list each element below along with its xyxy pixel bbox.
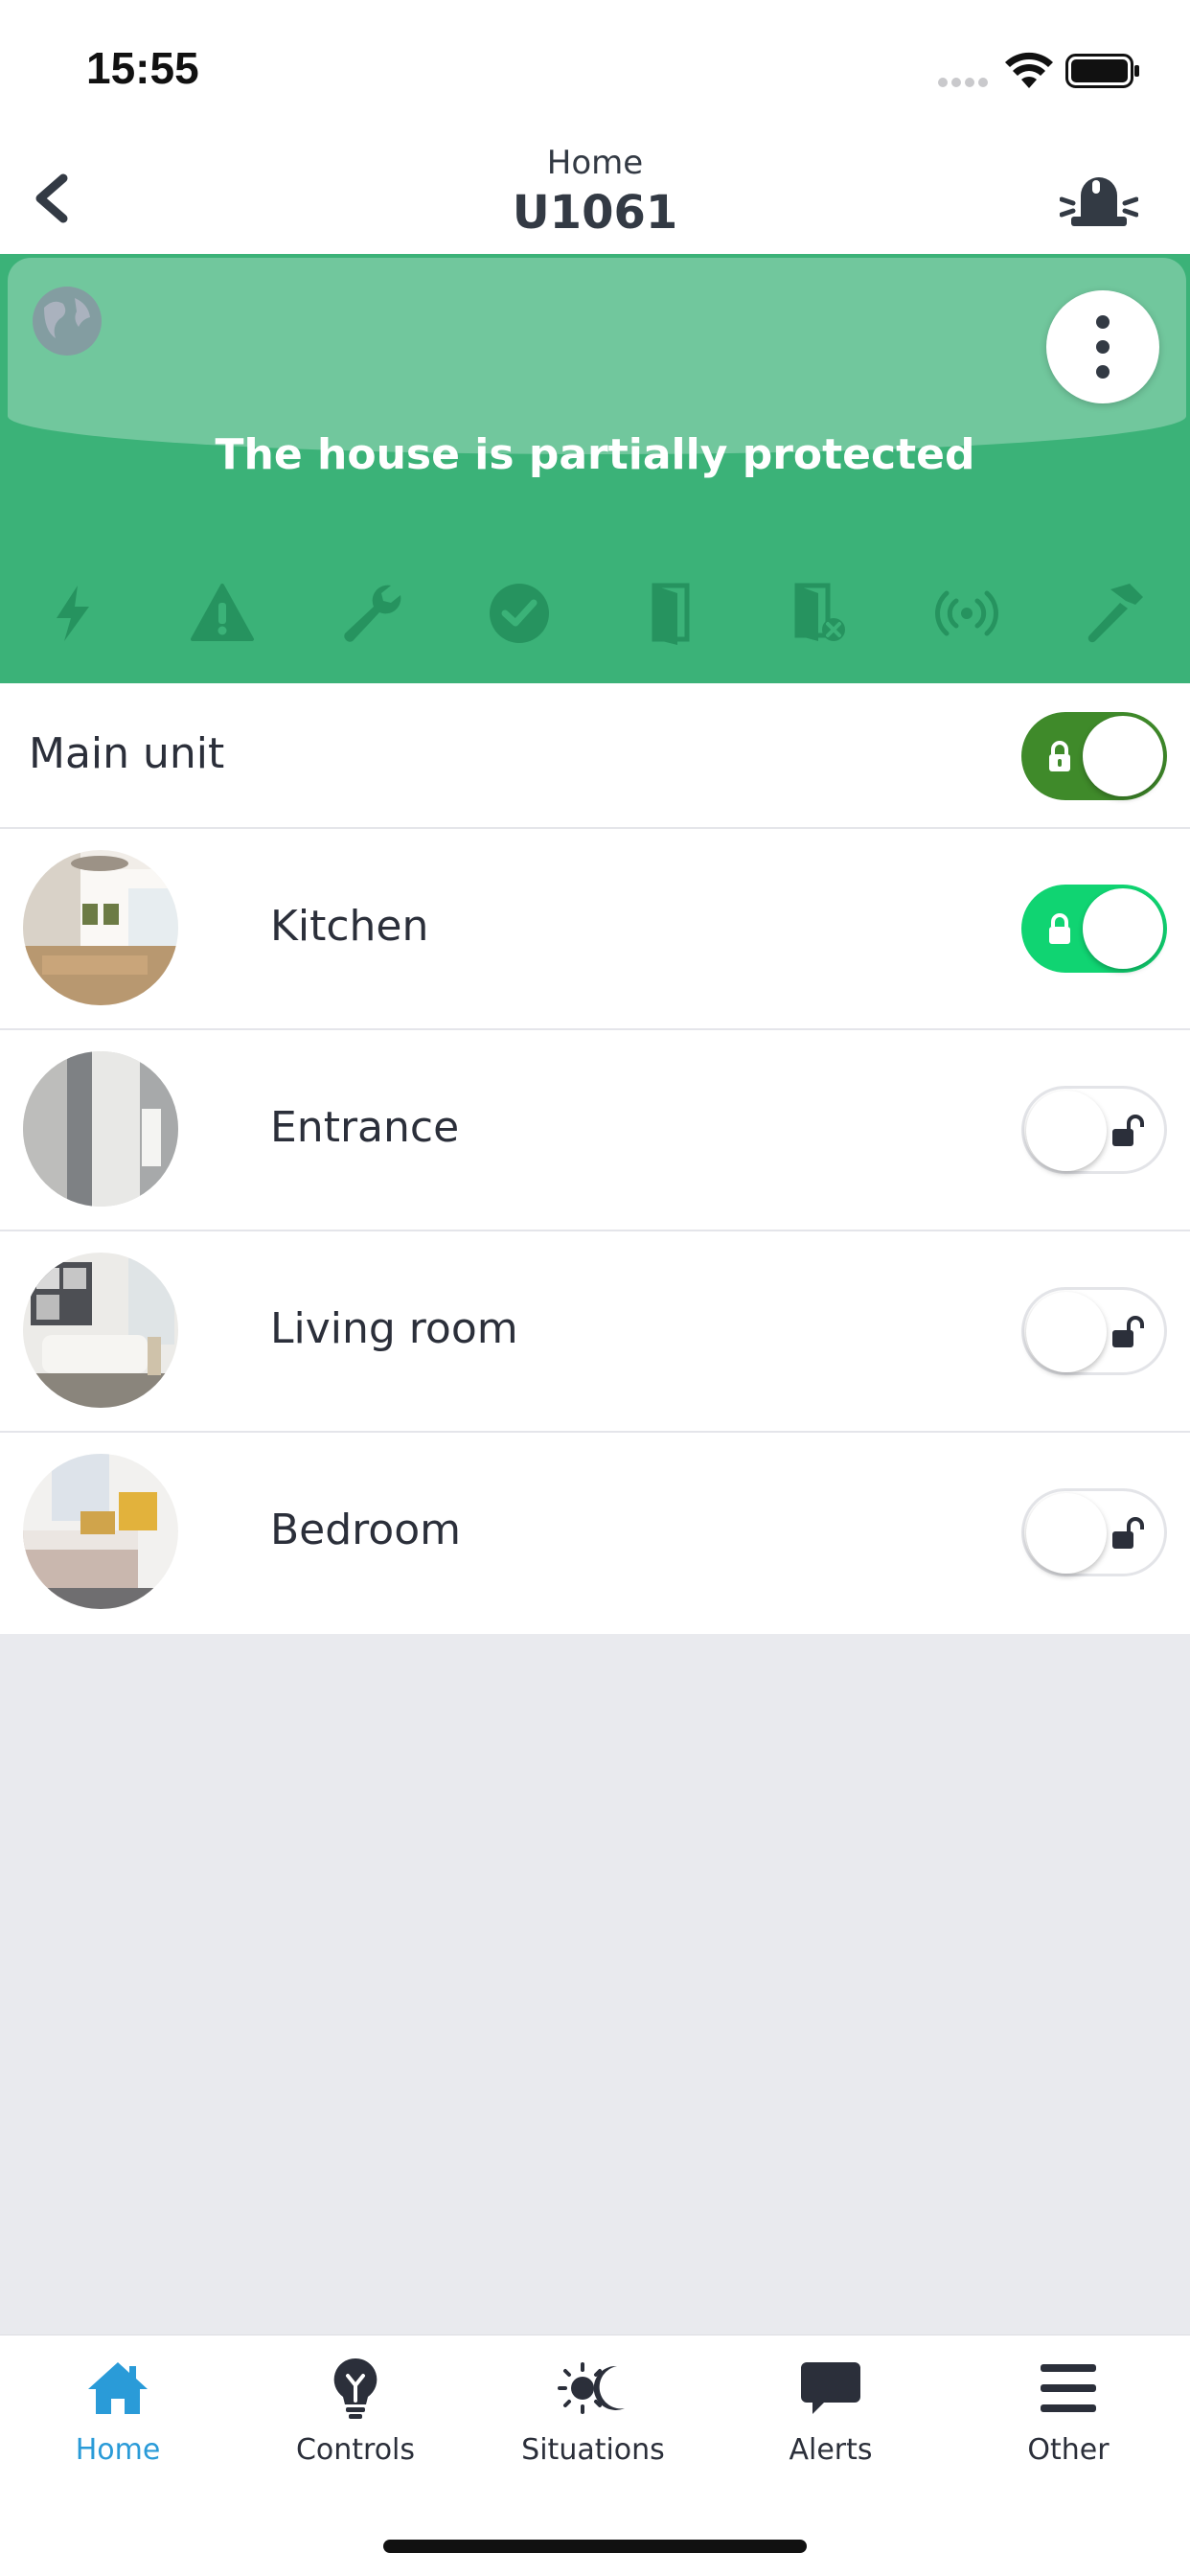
banner-gloss [8, 258, 1186, 454]
warning-icon[interactable] [189, 580, 256, 647]
tab-label: Home [75, 2433, 161, 2467]
lock-closed-icon [1049, 913, 1070, 944]
lock-closed-icon [1049, 741, 1070, 771]
hamburger-icon [1041, 2364, 1096, 2412]
dot-icon [1096, 315, 1110, 329]
living-room-toggle[interactable] [1021, 1287, 1167, 1375]
house-icon [88, 2362, 148, 2414]
signal-icon[interactable] [933, 580, 1000, 647]
wifi-icon [1005, 52, 1053, 88]
protection-status-banner: The house is partially protected [0, 254, 1190, 683]
dot-icon [1096, 365, 1110, 379]
bolt-icon[interactable] [39, 580, 106, 647]
lightbulb-icon [333, 2358, 378, 2419]
kitchen-toggle[interactable] [1021, 885, 1167, 973]
zone-label: Entrance [270, 1103, 460, 1152]
tab-situations[interactable]: Situations [497, 2355, 689, 2489]
tab-label: Controls [295, 2433, 416, 2467]
door-icon[interactable] [635, 580, 702, 647]
zone-row-living-room[interactable]: Living room [0, 1231, 1190, 1433]
lock-open-icon [1112, 1316, 1144, 1347]
bedroom-photo [23, 1454, 178, 1609]
main-unit-label: Main unit [29, 729, 225, 778]
kitchen-photo [23, 850, 178, 1005]
tab-label: Alerts [789, 2433, 873, 2467]
protection-status-text: The house is partially protected [215, 430, 975, 479]
status-bar: 15:55 [0, 0, 1190, 144]
more-options-button[interactable] [1046, 290, 1159, 403]
entrance-photo [23, 1051, 178, 1207]
partition-list: Main unit Kitchen Entrance Living room B… [0, 683, 1190, 1634]
screen: 15:55 Home U1061 The house is partially … [0, 0, 1190, 2576]
page-title: U1061 [512, 186, 678, 240]
main-unit-toggle[interactable] [1021, 712, 1167, 800]
tab-other[interactable]: Other [973, 2355, 1164, 2489]
hammer-icon[interactable] [1082, 580, 1149, 647]
zone-label: Bedroom [270, 1506, 462, 1554]
home-indicator [383, 2540, 807, 2553]
tab-label: Other [1027, 2433, 1110, 2467]
entrance-toggle[interactable] [1021, 1086, 1167, 1174]
battery-icon [1065, 54, 1139, 88]
chat-bubble-icon [801, 2362, 860, 2414]
tab-alerts[interactable]: Alerts [735, 2355, 927, 2489]
nav-subtitle: Home [546, 144, 644, 182]
lock-open-icon [1112, 1115, 1144, 1146]
toggle-knob [1026, 1493, 1107, 1574]
toggle-knob [1026, 1292, 1107, 1372]
tab-home[interactable]: Home [22, 2355, 214, 2489]
dot-icon [1096, 340, 1110, 354]
bedroom-toggle[interactable] [1021, 1488, 1167, 1576]
globe-icon [33, 287, 102, 356]
living-room-photo [23, 1253, 178, 1408]
zone-row-bedroom[interactable]: Bedroom [0, 1433, 1190, 1634]
tab-controls[interactable]: Controls [260, 2355, 451, 2489]
toggle-knob [1083, 716, 1163, 796]
zone-row-entrance[interactable]: Entrance [0, 1030, 1190, 1231]
toggle-knob [1083, 888, 1163, 969]
alarm-siren-icon[interactable] [1060, 161, 1138, 238]
tab-label: Situations [521, 2433, 665, 2467]
toggle-knob [1026, 1091, 1107, 1171]
door-error-icon[interactable] [784, 580, 851, 647]
wrench-icon[interactable] [337, 580, 404, 647]
check-circle-icon[interactable] [486, 580, 553, 647]
status-time: 15:55 [86, 43, 199, 93]
lock-open-icon [1112, 1517, 1144, 1549]
main-unit-row: Main unit [0, 683, 1190, 829]
zone-label: Living room [270, 1304, 518, 1353]
status-icon-row [0, 580, 1190, 656]
zone-row-kitchen[interactable]: Kitchen [0, 829, 1190, 1030]
cellular-signal-icon [938, 78, 988, 87]
sun-moon-icon [558, 2362, 625, 2414]
nav-header: Home U1061 [0, 144, 1190, 254]
zone-label: Kitchen [270, 902, 429, 951]
